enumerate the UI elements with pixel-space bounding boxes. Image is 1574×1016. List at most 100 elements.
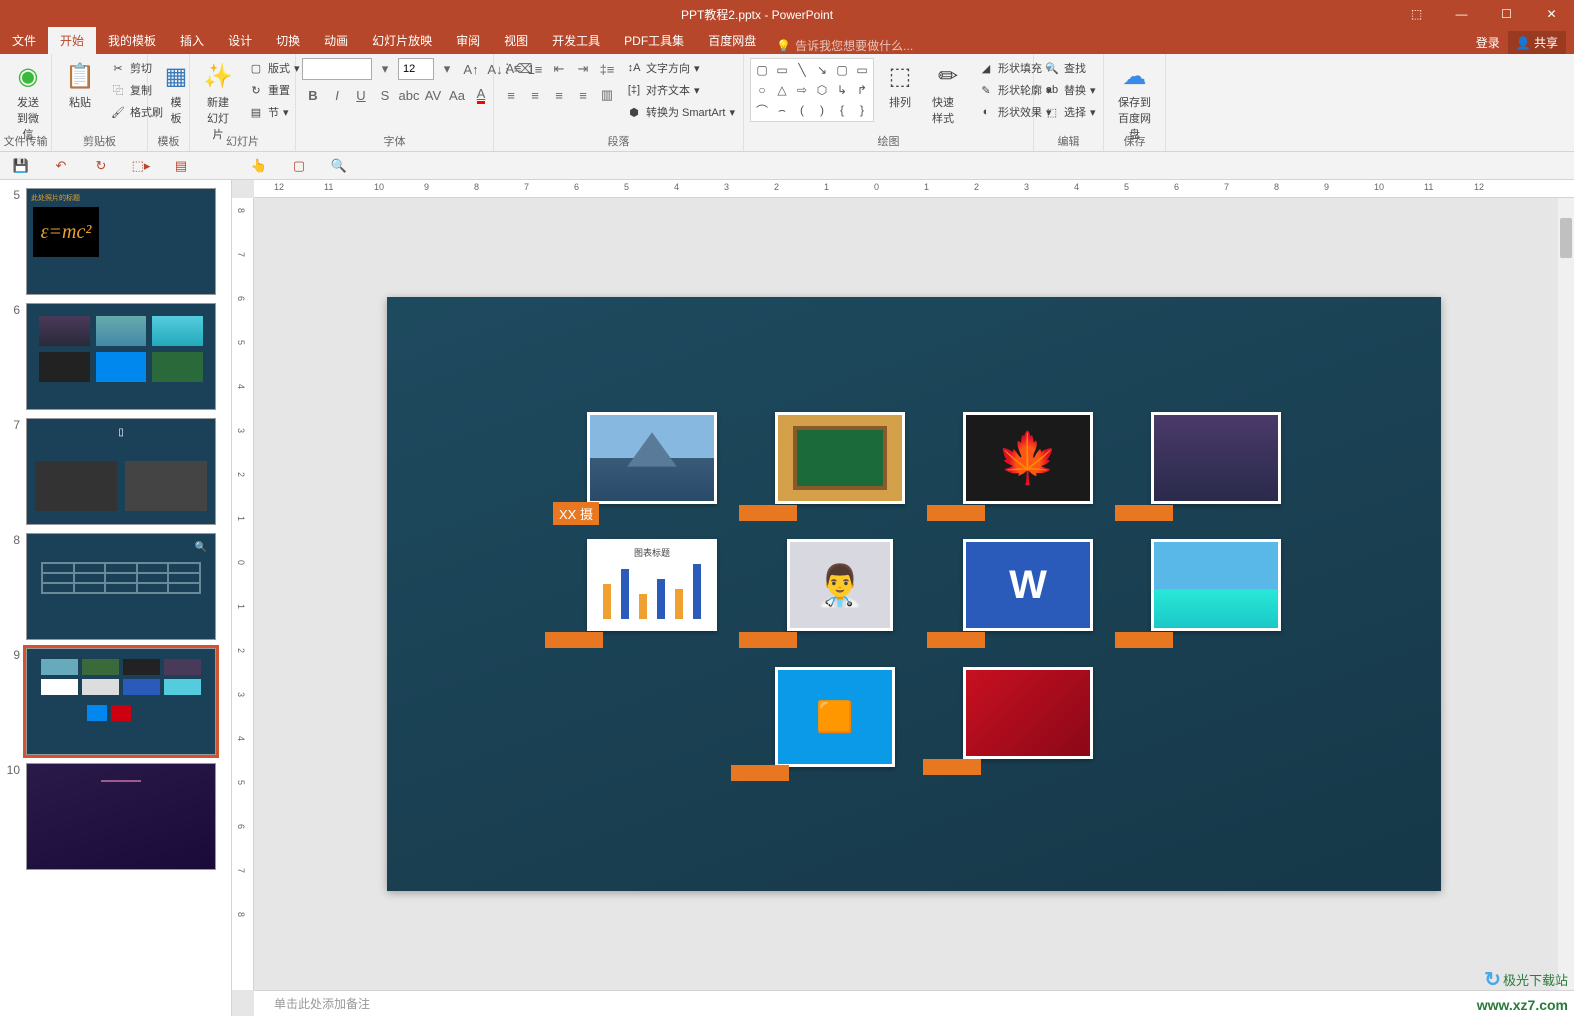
shape-bracket-icon[interactable]: ) [813, 101, 831, 119]
tab-design[interactable]: 设计 [216, 27, 264, 54]
select-button[interactable]: ⬚选择 ▾ [1040, 102, 1100, 122]
tab-slideshow[interactable]: 幻灯片放映 [360, 27, 444, 54]
redo-icon[interactable]: ↻ [90, 155, 112, 177]
album-image[interactable] [587, 412, 717, 504]
minimize-icon[interactable]: — [1439, 0, 1484, 28]
align-left-icon[interactable]: ≡ [500, 84, 522, 106]
increase-indent-icon[interactable]: ⇥ [572, 58, 594, 80]
font-size-input[interactable] [398, 58, 434, 80]
tab-transitions[interactable]: 切换 [264, 27, 312, 54]
shape-arrow-icon[interactable]: ⇨ [793, 81, 811, 99]
slide-thumb-10[interactable] [26, 763, 216, 870]
album-image[interactable] [963, 667, 1093, 759]
italic-icon[interactable]: I [326, 84, 348, 106]
send-to-wechat-button[interactable]: ◉ 发送 到微信 [6, 58, 50, 144]
shapes-gallery[interactable]: ▢▭╲↘▢▭ ○△⇨⬡↳↱ ⌒⌢(){} [750, 58, 874, 122]
align-center-icon[interactable]: ≡ [524, 84, 546, 106]
qat-icon[interactable]: ▤ [170, 155, 192, 177]
char-spacing-icon[interactable]: AV [422, 84, 444, 106]
undo-icon[interactable]: ↶ [50, 155, 72, 177]
tab-animations[interactable]: 动画 [312, 27, 360, 54]
shape-line-icon[interactable]: ↘ [813, 61, 831, 79]
tab-view[interactable]: 视图 [492, 27, 540, 54]
canvas-wrap[interactable]: XX 摄 图表标题 [254, 198, 1574, 990]
ribbon-options-icon[interactable]: ⬚ [1394, 0, 1439, 28]
maximize-icon[interactable]: ☐ [1484, 0, 1529, 28]
album-image[interactable] [1151, 539, 1281, 631]
bullets-icon[interactable]: ⋮≡ [500, 58, 522, 80]
shape-line-icon[interactable]: ↳ [833, 81, 851, 99]
increase-font-icon[interactable]: A↑ [460, 58, 482, 80]
tab-review[interactable]: 审阅 [444, 27, 492, 54]
slide-thumb-7[interactable]: ▯ [26, 418, 216, 525]
slideshow-from-start-icon[interactable]: ⬚▸ [130, 155, 152, 177]
shape-rect-icon[interactable]: ▭ [853, 61, 871, 79]
align-text-button[interactable]: [‡]对齐文本 ▾ [622, 80, 739, 100]
tell-me-search[interactable]: 💡告诉我您想要做什么... [768, 37, 921, 54]
justify-icon[interactable]: ≡ [572, 84, 594, 106]
slide-canvas[interactable]: XX 摄 图表标题 [387, 297, 1441, 891]
font-name-input[interactable] [302, 58, 372, 80]
shape-line-icon[interactable]: ↱ [853, 81, 871, 99]
decrease-indent-icon[interactable]: ⇤ [548, 58, 570, 80]
shape-line-icon[interactable]: ╲ [793, 61, 811, 79]
slide-thumb-6[interactable] [26, 303, 216, 410]
reset-button[interactable]: ↻重置 [244, 80, 304, 100]
album-image[interactable] [1151, 412, 1281, 504]
tab-developer[interactable]: 开发工具 [540, 27, 612, 54]
shape-circle-icon[interactable]: ○ [753, 81, 771, 99]
align-right-icon[interactable]: ≡ [548, 84, 570, 106]
smartart-button[interactable]: ⬢转换为 SmartArt ▾ [622, 102, 739, 122]
text-direction-button[interactable]: ↕A文字方向 ▾ [622, 58, 739, 78]
shape-rect-icon[interactable]: ▢ [833, 61, 851, 79]
album-image[interactable] [775, 412, 905, 504]
font-size-dropdown-icon[interactable]: ▾ [436, 58, 458, 80]
strikethrough-icon[interactable]: S [374, 84, 396, 106]
slide-thumb-5[interactable]: 此处照片的标题 ε=mc² [26, 188, 216, 295]
slide-thumbnail-panel[interactable]: 5 此处照片的标题 ε=mc² 6 7 ▯ 8 [0, 180, 232, 1016]
arrange-button[interactable]: ⬚ 排列 [878, 58, 922, 112]
shape-rect-icon[interactable]: ▭ [773, 61, 791, 79]
find-button[interactable]: 🔍查找 [1040, 58, 1100, 78]
underline-icon[interactable]: U [350, 84, 372, 106]
quick-styles-button[interactable]: ✏ 快速样式 [926, 58, 970, 128]
font-color-icon[interactable]: A [470, 84, 492, 106]
tab-baidu-pan[interactable]: 百度网盘 [696, 27, 768, 54]
album-image[interactable]: W [963, 539, 1093, 631]
font-name-dropdown-icon[interactable]: ▾ [374, 58, 396, 80]
qat-icon[interactable]: 🔍 [328, 155, 350, 177]
line-spacing-icon[interactable]: ‡≡ [596, 58, 618, 80]
album-chart[interactable]: 图表标题 [587, 539, 717, 631]
shadow-icon[interactable]: abc [398, 84, 420, 106]
layout-button[interactable]: ▢版式 ▾ [244, 58, 304, 78]
paste-button[interactable]: 📋 粘贴 [58, 58, 102, 112]
tab-pdf-tools[interactable]: PDF工具集 [612, 27, 696, 54]
shape-tri-icon[interactable]: △ [773, 81, 791, 99]
shape-hex-icon[interactable]: ⬡ [813, 81, 831, 99]
section-button[interactable]: ▤节 ▾ [244, 102, 304, 122]
tab-insert[interactable]: 插入 [168, 27, 216, 54]
slide-thumb-8[interactable]: 🔍 [26, 533, 216, 640]
shape-rect-icon[interactable]: ▢ [753, 61, 771, 79]
bold-icon[interactable]: B [302, 84, 324, 106]
touch-mode-icon[interactable]: 👆 [248, 155, 270, 177]
qat-icon[interactable]: ▢ [288, 155, 310, 177]
columns-icon[interactable]: ▥ [596, 84, 618, 106]
tab-my-templates[interactable]: 我的模板 [96, 27, 168, 54]
album-image[interactable] [963, 412, 1093, 504]
close-icon[interactable]: ✕ [1529, 0, 1574, 28]
tab-file[interactable]: 文件 [0, 27, 48, 54]
shape-bracket-icon[interactable]: ( [793, 101, 811, 119]
notes-pane[interactable]: 单击此处添加备注 [254, 990, 1574, 1016]
slide-thumb-9[interactable] [26, 648, 216, 755]
share-button[interactable]: 👤 共享 [1508, 31, 1566, 54]
album-image[interactable]: 👨‍⚕️ [787, 539, 893, 631]
replace-button[interactable]: ab替换 ▾ [1040, 80, 1100, 100]
save-icon[interactable]: 💾 [10, 155, 32, 177]
vertical-scrollbar[interactable] [1558, 198, 1574, 990]
numbering-icon[interactable]: 1≡ [524, 58, 546, 80]
save-to-baidu-button[interactable]: ☁ 保存到 百度网盘 [1110, 58, 1159, 144]
shape-brace-icon[interactable]: } [853, 101, 871, 119]
shape-arc-icon[interactable]: ⌒ [753, 101, 771, 119]
new-slide-button[interactable]: ✨ 新建 幻灯片 [196, 58, 240, 144]
